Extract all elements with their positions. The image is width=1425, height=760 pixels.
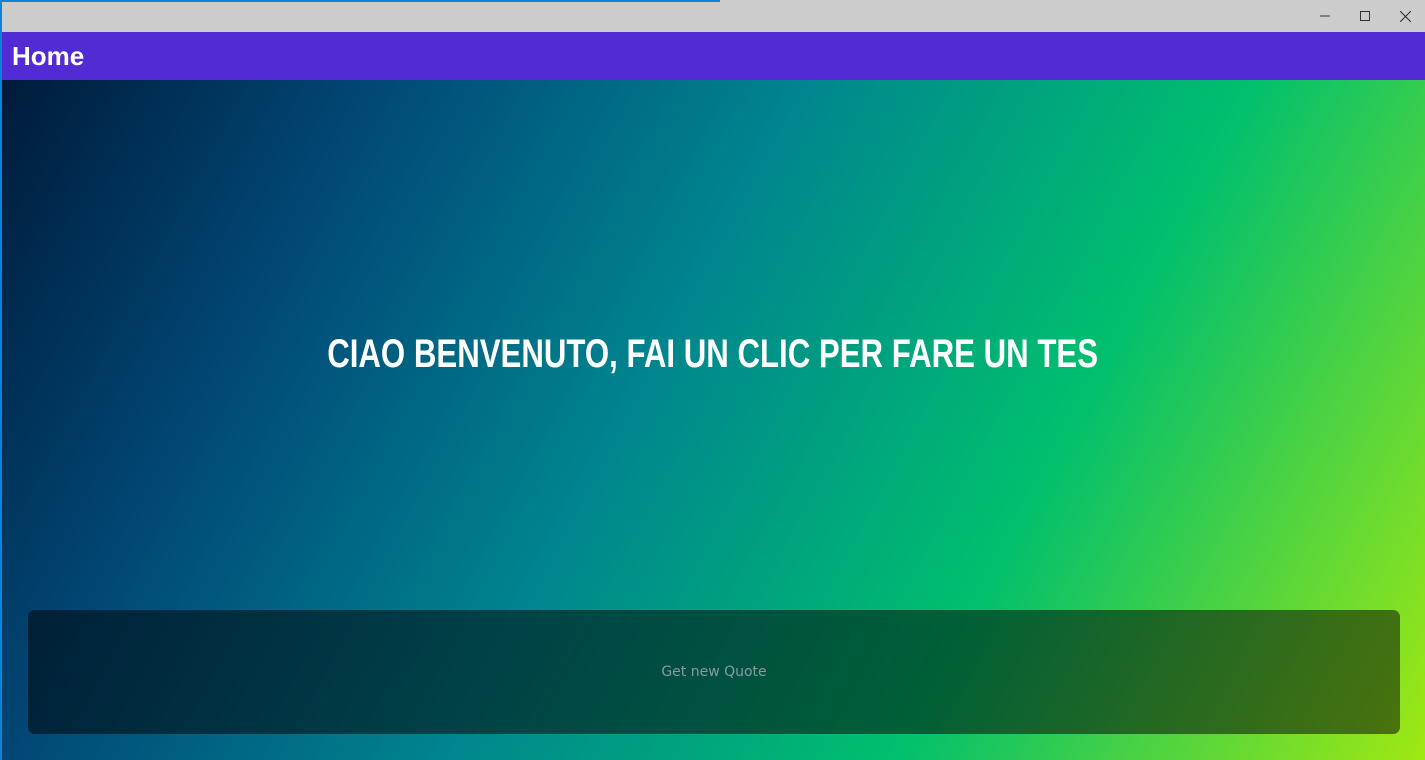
close-button[interactable] <box>1385 0 1425 32</box>
app-window: Home CIAO BENVENUTO, FAI UN CLIC PER FAR… <box>0 0 1425 760</box>
get-new-quote-button[interactable]: Get new Quote <box>28 610 1400 734</box>
minimize-icon <box>1320 15 1330 17</box>
minimize-button[interactable] <box>1305 0 1345 32</box>
welcome-headline: CIAO BENVENUTO, FAI UN CLIC PER FARE UN … <box>327 332 1099 376</box>
title-bar-accent <box>0 0 720 2</box>
window-controls <box>1305 0 1425 32</box>
get-new-quote-label: Get new Quote <box>661 664 767 680</box>
window-border <box>0 0 2 760</box>
maximize-icon <box>1360 11 1370 21</box>
page-title: Home <box>12 40 85 71</box>
main-content: CIAO BENVENUTO, FAI UN CLIC PER FARE UN … <box>0 80 1425 760</box>
close-icon <box>1399 10 1411 22</box>
maximize-button[interactable] <box>1345 0 1385 32</box>
title-bar[interactable] <box>0 0 1425 32</box>
navigation-bar: Home <box>0 32 1425 80</box>
